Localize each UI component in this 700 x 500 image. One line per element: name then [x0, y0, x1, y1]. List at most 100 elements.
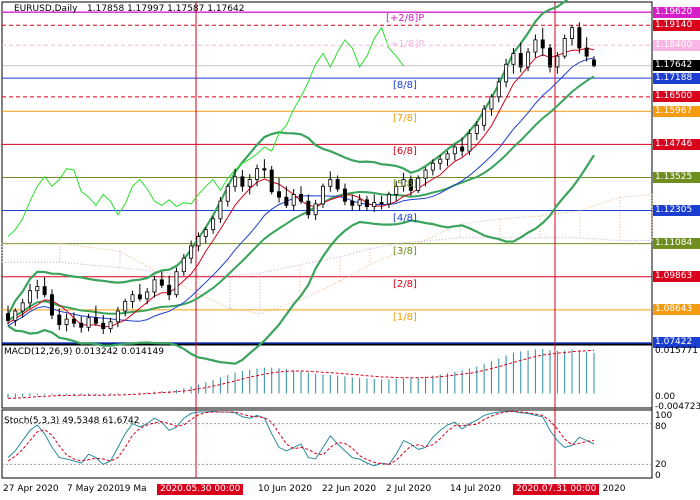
candle-body [291, 194, 296, 206]
candle-body [496, 81, 501, 98]
candle-body [306, 200, 311, 216]
candle-body [101, 322, 106, 330]
candle-body [64, 318, 69, 325]
candle-body [511, 53, 516, 65]
chikou-span [7, 26, 404, 237]
candle-body [357, 199, 362, 206]
candle-body [86, 317, 91, 328]
macd-axis-max: 0.015771 [655, 346, 698, 356]
candle-body [386, 194, 391, 205]
murrey-level-label: [2/8] [393, 278, 417, 290]
murrey-level-label: [+1/8]P [386, 39, 425, 51]
candle-body [438, 158, 443, 164]
candle-body [452, 146, 457, 155]
candle-body [284, 196, 289, 206]
murrey-level-label: [+2/8]P [386, 13, 425, 25]
stoch-axis-100: 100 [655, 411, 673, 421]
candle-body [218, 200, 223, 220]
candle-body [533, 39, 538, 53]
date-label-3: 19 Ma [119, 484, 147, 494]
macd-header: MACD(12,26,9) 0.013242 0.014149 [4, 347, 164, 357]
murrey-level-label: [3/8] [393, 245, 417, 257]
candle-body [6, 313, 11, 321]
header-symbol: EURUSD,Daily [14, 4, 78, 14]
candle-body [247, 179, 252, 187]
candle-body [548, 47, 553, 68]
candle-body [152, 279, 157, 293]
candle-body [474, 124, 479, 134]
stoch-axis-20: 20 [655, 460, 667, 470]
candle-body [350, 200, 355, 206]
candle-body [203, 229, 208, 237]
murrey-level-label: [6/8] [393, 146, 417, 158]
candle-body [137, 294, 142, 300]
candle-body [540, 39, 545, 49]
candle-body [482, 108, 487, 126]
candle-body [189, 245, 194, 259]
candle-body [269, 169, 274, 193]
candle-body [577, 27, 582, 49]
candle-body [313, 203, 318, 216]
candle-body [335, 179, 340, 190]
candle-body [460, 146, 465, 152]
header-ohlc: 1.17858 1.17997 1.17587 1.17642 [87, 4, 245, 14]
price-axis-label: 1.19620 [653, 6, 700, 18]
stoch-axis-80: 80 [655, 422, 667, 432]
date-label-2: 7 May 2020 [67, 484, 120, 494]
candle-body [196, 236, 201, 247]
murrey-level-label: [8/8] [393, 80, 417, 92]
price-axis-label: 1.16500 [653, 91, 700, 103]
candle-body [364, 199, 369, 208]
candle-body [430, 162, 435, 171]
candle-body [518, 53, 523, 68]
candle-body [445, 153, 450, 160]
candle-body [145, 291, 150, 300]
price-axis-label: 1.17188 [653, 72, 700, 84]
murrey-level-label: [4/8] [393, 212, 417, 224]
candle-body [181, 257, 186, 273]
murrey-level-label: [1/8] [393, 311, 417, 323]
candle-body [342, 188, 347, 202]
candle-body [71, 318, 76, 324]
candle-body [93, 317, 98, 324]
candle-body [35, 286, 40, 292]
candle-body [108, 321, 113, 330]
candle-body [562, 38, 567, 57]
candle-body [49, 294, 54, 316]
murrey-level-label: [5/8] [393, 179, 417, 191]
price-axis-label: 1.12305 [653, 205, 700, 217]
candle-body [467, 133, 472, 152]
candle-body [504, 63, 509, 83]
candle-body [372, 202, 377, 208]
candle-body [115, 310, 120, 323]
candle-body [592, 59, 597, 67]
price-axis-label: 1.17642 [653, 60, 700, 72]
vline-tag-1: 2020.05.30 00:00 [157, 484, 244, 495]
candle-body [379, 202, 384, 205]
price-axis-label: 1.18400 [653, 39, 700, 51]
price-axis-label: 1.11084 [653, 238, 700, 250]
candle-body [423, 169, 428, 179]
murrey-level-label: [7/8] [393, 113, 417, 125]
stoch-header: Stoch(5,3,3) 49.5348 61.6742 [4, 416, 140, 426]
candle-body [42, 286, 47, 296]
candle-body [328, 179, 333, 187]
date-label-5: 22 Jun 2020 [322, 484, 377, 494]
candle-body [174, 271, 179, 296]
candle-body [13, 310, 18, 321]
candle-body [255, 168, 260, 180]
bollinger-upper [7, 0, 569, 316]
candle-body [167, 284, 172, 296]
candle-body [262, 168, 267, 171]
candle-body [233, 176, 238, 187]
price-axis-label: 1.13525 [653, 171, 700, 183]
candle-body [277, 191, 282, 198]
date-label-1: 27 Apr 2020 [3, 484, 59, 494]
candle-body [225, 185, 230, 202]
vline-tag-2: 2020.07.31 00:00 [513, 484, 600, 495]
candle-body [526, 51, 531, 68]
candle-body [298, 194, 303, 202]
candle-body [489, 96, 494, 110]
candle-body [584, 47, 589, 57]
candle-body [79, 322, 84, 328]
